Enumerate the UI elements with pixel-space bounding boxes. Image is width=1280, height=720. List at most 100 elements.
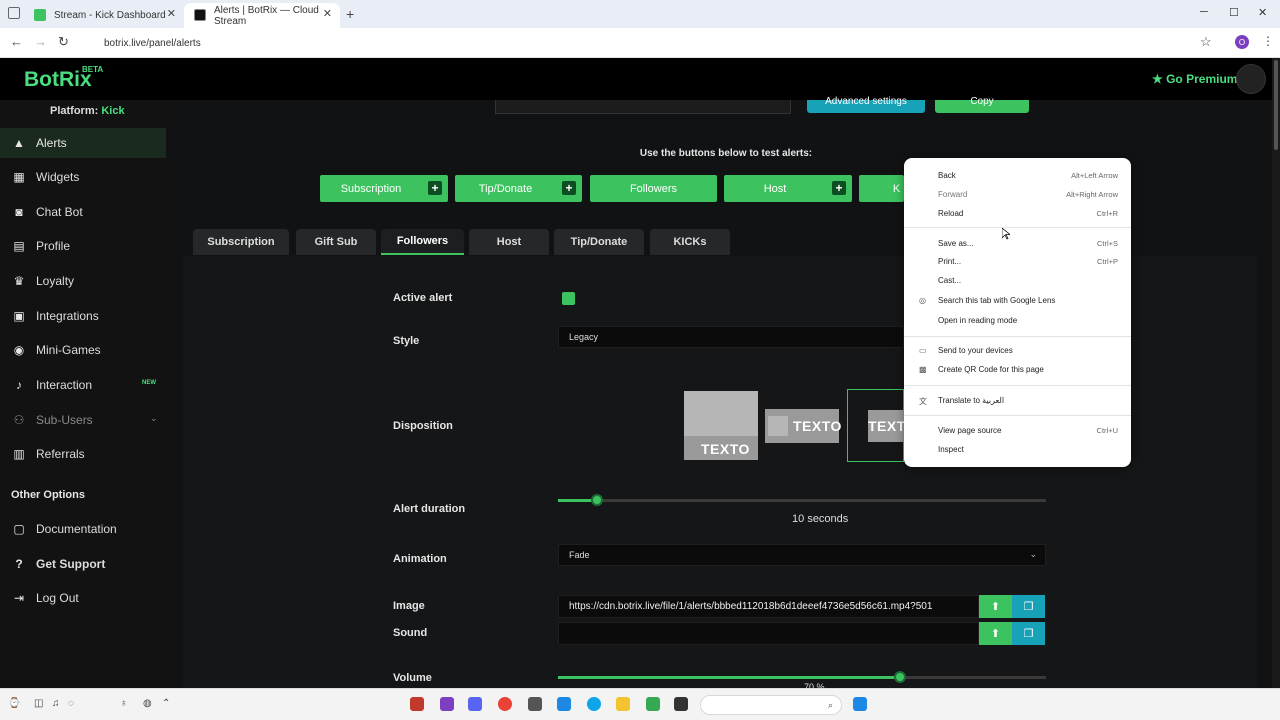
- discord-icon[interactable]: [468, 697, 482, 711]
- browser-menu-icon[interactable]: ⋮: [1262, 34, 1274, 48]
- close-window-icon[interactable]: ✕: [1258, 6, 1267, 19]
- ctx-item-reading-mode[interactable]: Open in reading mode: [938, 316, 1118, 325]
- ctx-item-forward[interactable]: Forward Alt+Right Arrow: [938, 190, 1118, 199]
- ctx-item-cast[interactable]: Cast...: [938, 276, 1118, 285]
- sidebar-item-documentation[interactable]: ▢ Documentation: [0, 514, 166, 544]
- browser-tab-botrix-alerts[interactable]: Alerts | BotRix — Cloud Stream ✕: [184, 3, 340, 28]
- sidebar-item-widgets[interactable]: ▦ Widgets: [0, 162, 166, 192]
- taskbar-app-icon[interactable]: [528, 697, 542, 711]
- ctx-item-reload[interactable]: Reload Ctrl+R: [938, 209, 1118, 218]
- go-premium-button[interactable]: ★ Go Premium: [1152, 72, 1237, 86]
- close-tab-icon[interactable]: ✕: [167, 7, 176, 20]
- test-kicks-button[interactable]: K: [859, 175, 904, 202]
- back-arrow-icon[interactable]: ←: [10, 34, 23, 49]
- tab-search-icon[interactable]: [8, 7, 20, 19]
- test-followers-button[interactable]: Followers: [590, 175, 717, 202]
- page-scrollbar[interactable]: [1272, 58, 1280, 688]
- page-scrollbar-thumb[interactable]: [1274, 60, 1278, 150]
- profile-avatar[interactable]: O: [1235, 35, 1249, 49]
- upload-image-button[interactable]: ⬆: [979, 595, 1012, 618]
- plus-icon[interactable]: +: [562, 181, 576, 195]
- disposition-option-overlay-selected[interactable]: TEXTO: [847, 389, 916, 462]
- reload-icon[interactable]: ↻: [58, 34, 69, 50]
- tab-subscription[interactable]: Subscription: [193, 229, 289, 255]
- address-bar[interactable]: botrix.live/panel/alerts: [90, 33, 1220, 53]
- tab-gift-sub[interactable]: Gift Sub: [296, 229, 376, 255]
- tab-followers[interactable]: Followers: [381, 229, 464, 255]
- beta-badge: BETA: [82, 65, 104, 74]
- sound-library-button[interactable]: ❐: [1012, 622, 1045, 645]
- duration-slider-knob[interactable]: [591, 494, 603, 506]
- test-subscription-button[interactable]: Subscription +: [320, 175, 448, 202]
- chrome-icon[interactable]: [498, 697, 512, 711]
- ctx-item-inspect[interactable]: Inspect: [938, 445, 1118, 454]
- ctx-item-view-source[interactable]: View page source Ctrl+U: [938, 426, 1118, 435]
- ctx-item-send-to-devices[interactable]: Send to your devices: [938, 346, 1118, 355]
- upload-sound-button[interactable]: ⬆: [979, 622, 1012, 645]
- test-host-button[interactable]: Host +: [724, 175, 852, 202]
- taskbar-app-icon[interactable]: [410, 697, 424, 711]
- tray-volume-icon[interactable]: ♫: [52, 698, 60, 709]
- overlay-url-input[interactable]: [495, 100, 791, 114]
- forward-arrow-icon[interactable]: →: [34, 34, 47, 49]
- tab-tip-donate[interactable]: Tip/Donate: [554, 229, 644, 255]
- plus-icon[interactable]: +: [832, 181, 846, 195]
- edge-icon[interactable]: [587, 697, 601, 711]
- active-alert-checkbox[interactable]: [562, 292, 575, 305]
- ctx-item-qr-code[interactable]: Create QR Code for this page: [938, 365, 1118, 374]
- browser-tab-kick-dashboard[interactable]: Stream - Kick Dashboard ✕: [24, 3, 184, 28]
- tray-chevron-up-icon[interactable]: ⌃: [162, 698, 170, 709]
- tray-time-icon[interactable]: ⌚: [8, 698, 20, 709]
- tray-mic-icon[interactable]: ♁: [120, 698, 128, 709]
- image-url-input[interactable]: https://cdn.botrix.live/file/1/alerts/bb…: [558, 595, 979, 618]
- sidebar-item-chat-bot[interactable]: ◙ Chat Bot: [0, 197, 166, 227]
- disposition-option-image-left[interactable]: TEXTO: [765, 409, 841, 443]
- tray-app-icon[interactable]: ◍: [143, 698, 152, 709]
- taskbar-app-icon[interactable]: [674, 697, 688, 711]
- sidebar-item-profile[interactable]: ▤ Profile: [0, 231, 166, 261]
- ctx-item-google-lens[interactable]: Search this tab with Google Lens: [938, 296, 1118, 305]
- user-avatar[interactable]: [1236, 64, 1266, 94]
- sidebar-item-loyalty[interactable]: ♛ Loyalty: [0, 266, 166, 296]
- advanced-settings-button[interactable]: Advanced settings: [807, 97, 925, 113]
- taskbar-search[interactable]: ⌕: [700, 695, 842, 715]
- sidebar-item-log-out[interactable]: ⇥ Log Out: [0, 583, 166, 613]
- image-library-button[interactable]: ❐: [1012, 595, 1045, 618]
- minimize-icon[interactable]: ─: [1200, 6, 1208, 18]
- close-tab-icon[interactable]: ✕: [323, 7, 332, 20]
- copy-button[interactable]: Copy: [935, 97, 1029, 113]
- sidebar-item-mini-games[interactable]: ◉ Mini-Games: [0, 335, 166, 365]
- image-label: Image: [393, 600, 425, 612]
- ctx-item-print[interactable]: Print... Ctrl+P: [938, 257, 1118, 266]
- sidebar-item-alerts[interactable]: ▲ Alerts: [0, 128, 166, 158]
- ctx-item-translate[interactable]: Translate to العربية: [938, 396, 1118, 405]
- bookmark-star-icon[interactable]: ☆: [1200, 34, 1212, 50]
- animation-select[interactable]: Fade ⌄: [558, 544, 1046, 566]
- plus-icon[interactable]: +: [428, 181, 442, 195]
- sound-url-input[interactable]: [558, 622, 979, 645]
- test-tip-donate-button[interactable]: Tip/Donate +: [455, 175, 582, 202]
- tab-host[interactable]: Host: [469, 229, 549, 255]
- platform-indicator: Platform: Kick: [50, 105, 125, 117]
- taskbar-app-icon[interactable]: [557, 697, 571, 711]
- maximize-icon[interactable]: ☐: [1229, 6, 1239, 19]
- disposition-option-image-top[interactable]: TEXTO: [684, 391, 758, 460]
- style-select[interactable]: Legacy: [558, 326, 904, 348]
- duration-slider-track[interactable]: [558, 499, 1046, 502]
- sidebar-item-integrations[interactable]: ▣ Integrations: [0, 301, 166, 331]
- sidebar-item-sub-users[interactable]: ⚇ Sub-Users ⌄: [0, 405, 166, 435]
- sidebar-item-interaction[interactable]: ♪ Interaction NEW: [0, 370, 166, 400]
- windows-start-icon[interactable]: [853, 697, 867, 711]
- tray-network-icon[interactable]: ◌: [68, 698, 74, 709]
- taskbar-app-icon[interactable]: [646, 697, 660, 711]
- new-tab-icon[interactable]: +: [346, 6, 354, 22]
- sidebar-item-get-support[interactable]: ? Get Support: [0, 549, 166, 579]
- ctx-item-back[interactable]: Back Alt+Left Arrow: [938, 171, 1118, 180]
- tray-display-icon[interactable]: ◫: [34, 698, 43, 709]
- file-explorer-icon[interactable]: [616, 697, 630, 711]
- ctx-item-save-as[interactable]: Save as... Ctrl+S: [938, 239, 1118, 248]
- taskbar-app-icon[interactable]: [440, 697, 454, 711]
- sidebar-item-referrals[interactable]: ▥ Referrals: [0, 439, 166, 469]
- tab-kicks[interactable]: KICKs: [650, 229, 730, 255]
- volume-slider-knob[interactable]: [894, 671, 906, 683]
